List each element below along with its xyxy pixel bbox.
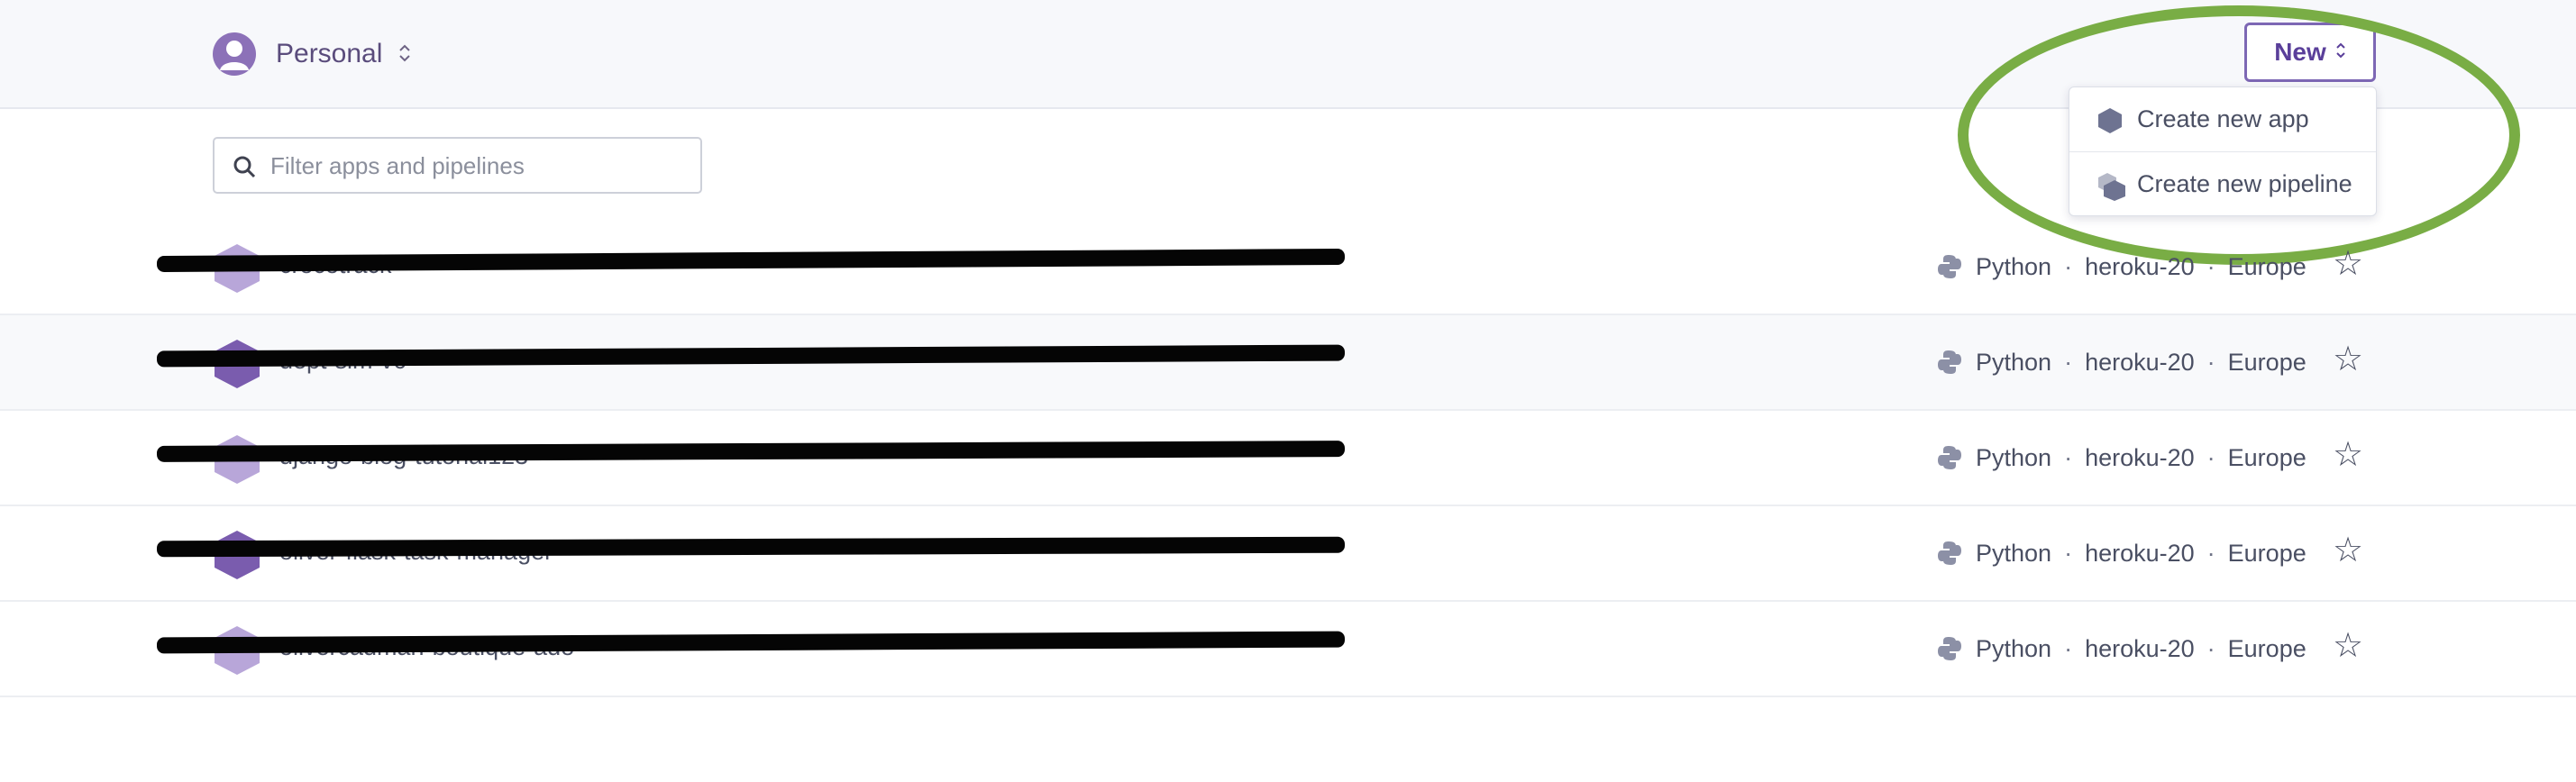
account-switcher[interactable]: Personal xyxy=(213,31,411,77)
separator: · xyxy=(2064,539,2073,567)
app-language: Python xyxy=(1976,443,2052,471)
app-region: Europe xyxy=(2227,348,2307,376)
new-button-label: New xyxy=(2274,38,2326,66)
star-icon[interactable]: ☆ xyxy=(2333,247,2363,281)
app-region: Europe xyxy=(2227,634,2307,662)
new-dropdown-menu: Create new app Create new pipeline xyxy=(2069,86,2377,216)
app-language: Python xyxy=(1976,634,2052,662)
app-stack: heroku-20 xyxy=(2085,634,2195,662)
app-metadata: Python · heroku-20 · Europe xyxy=(1936,344,2307,380)
separator: · xyxy=(2206,252,2215,280)
app-stack: heroku-20 xyxy=(2085,348,2195,376)
account-name: Personal xyxy=(276,39,383,68)
app-stack: heroku-20 xyxy=(2085,252,2195,280)
app-language: Python xyxy=(1976,348,2052,376)
app-region: Europe xyxy=(2227,443,2307,471)
menu-item-create-new-app[interactable]: Create new app xyxy=(2069,87,2376,152)
app-language: Python xyxy=(1976,539,2052,567)
list-item[interactable]: olivercadman-boutique-ado Python · herok… xyxy=(0,602,2576,697)
filter-input[interactable] xyxy=(269,146,687,186)
separator: · xyxy=(2206,348,2215,376)
chevron-updown-icon xyxy=(2335,41,2346,64)
list-item[interactable]: django-blog-tutorial123 Python · heroku-… xyxy=(0,411,2576,506)
separator: · xyxy=(2064,443,2073,471)
app-metadata: Python · heroku-20 · Europe xyxy=(1936,440,2307,476)
separator: · xyxy=(2064,348,2073,376)
app-stack: heroku-20 xyxy=(2085,443,2195,471)
list-item[interactable]: crocotrack Python · heroku-20 · Europe ☆ xyxy=(0,220,2576,315)
search-icon xyxy=(233,155,256,183)
new-button[interactable]: New xyxy=(2244,23,2376,82)
chevron-updown-icon xyxy=(398,43,411,66)
app-region: Europe xyxy=(2227,539,2307,567)
app-region: Europe xyxy=(2227,252,2307,280)
separator: · xyxy=(2206,634,2215,662)
app-stack: heroku-20 xyxy=(2085,539,2195,567)
separator: · xyxy=(2064,634,2073,662)
list-item[interactable]: dept-sim-v6 Python · heroku-20 · Europe … xyxy=(0,315,2576,411)
python-icon xyxy=(1936,253,1963,280)
user-avatar-icon xyxy=(213,32,256,76)
list-item[interactable]: oliver-flask-task-manager Python · herok… xyxy=(0,506,2576,602)
menu-item-create-new-pipeline[interactable]: Create new pipeline xyxy=(2069,152,2376,216)
app-hexagon-icon xyxy=(2096,107,2124,139)
redaction-mark xyxy=(156,536,1346,558)
star-icon[interactable]: ☆ xyxy=(2333,533,2363,568)
separator: · xyxy=(2064,252,2073,280)
app-metadata: Python · heroku-20 · Europe xyxy=(1936,535,2307,571)
star-icon[interactable]: ☆ xyxy=(2333,342,2363,377)
separator: · xyxy=(2206,443,2215,471)
menu-item-label: Create new app xyxy=(2137,105,2309,132)
app-language: Python xyxy=(1976,252,2052,280)
separator: · xyxy=(2206,539,2215,567)
python-icon xyxy=(1936,540,1963,567)
python-icon xyxy=(1936,349,1963,376)
app-hexagon-icon xyxy=(213,530,261,585)
menu-item-label: Create new pipeline xyxy=(2137,170,2352,197)
star-icon[interactable]: ☆ xyxy=(2333,438,2363,472)
python-icon xyxy=(1936,444,1963,471)
app-metadata: Python · heroku-20 · Europe xyxy=(1936,631,2307,667)
pipeline-icon xyxy=(2096,172,2127,205)
filter-field[interactable] xyxy=(213,137,702,194)
python-icon xyxy=(1936,635,1963,662)
star-icon[interactable]: ☆ xyxy=(2333,629,2363,663)
app-metadata: Python · heroku-20 · Europe xyxy=(1936,249,2307,285)
